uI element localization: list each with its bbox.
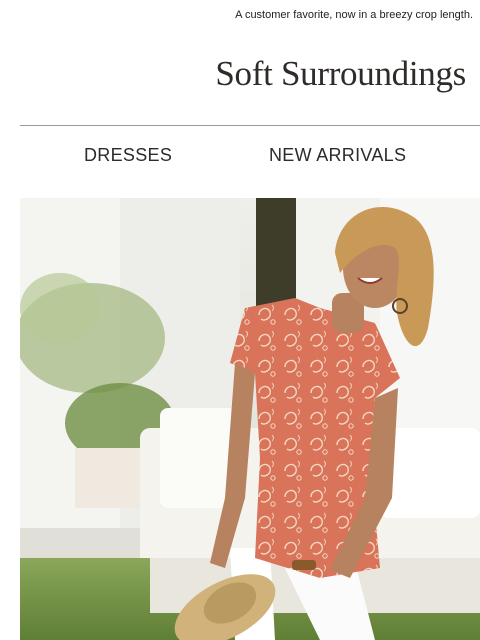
nav-item-new-arrivals[interactable]: NEW ARRIVALS (269, 145, 406, 166)
main-nav: DRESSES NEW ARRIVALS (0, 145, 480, 169)
header-divider (20, 125, 480, 126)
hero-image[interactable] (20, 198, 480, 640)
nav-item-dresses[interactable]: DRESSES (84, 145, 172, 166)
preheader-text: A customer favorite, now in a breezy cro… (235, 9, 473, 21)
hero-photo (20, 198, 480, 640)
brand-logo[interactable]: Soft Surroundings (215, 54, 466, 94)
